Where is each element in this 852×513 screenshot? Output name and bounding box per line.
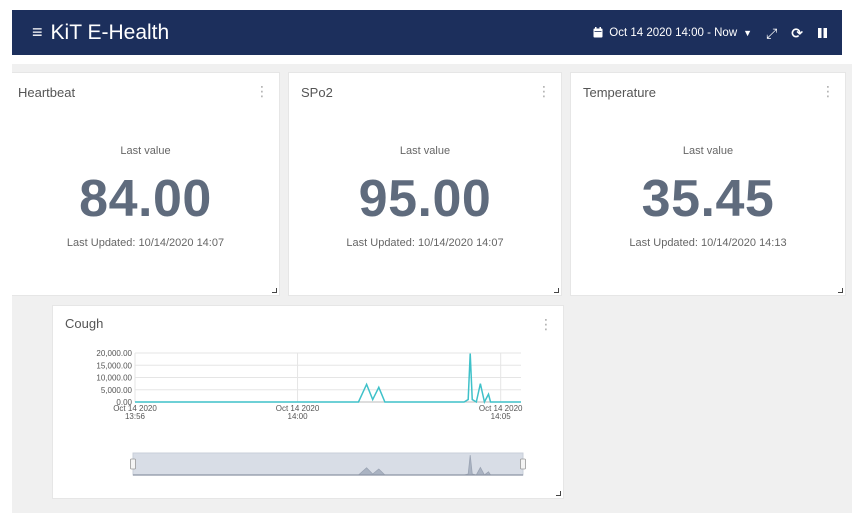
card-title: Temperature — [583, 85, 656, 100]
cough-chart: 20,000.0015,000.0010,000.005,000.000.00O… — [96, 349, 526, 476]
time-range-picker[interactable]: Oct 14 2020 14:00 - Now ▼ — [593, 27, 752, 39]
resize-handle[interactable] — [838, 288, 843, 293]
refresh-icon[interactable]: ⟳ — [791, 26, 803, 40]
navigator-right-handle — [520, 458, 526, 470]
resize-handle[interactable] — [272, 288, 277, 293]
spo2-card: SPo2 ⋮ Last value 95.00 Last Updated: 10… — [288, 72, 562, 296]
card-title: SPo2 — [301, 85, 333, 100]
time-range-label: Oct 14 2020 14:00 - Now — [609, 26, 738, 39]
calendar-icon — [593, 27, 603, 38]
top-bar: ≡ KiT E-Health Oct 14 2020 14:00 - Now ▼… — [12, 10, 842, 55]
last-updated-text: Last Updated: 10/14/2020 14:07 — [346, 237, 504, 249]
toolbar-controls: Oct 14 2020 14:00 - Now ▼ ⤢ ⟳ — [593, 10, 828, 55]
expand-icon[interactable]: ⤢ — [766, 26, 777, 40]
kebab-menu-icon[interactable]: ⋮ — [255, 83, 269, 100]
last-value-label: Last value — [399, 145, 451, 157]
last-value-label: Last value — [682, 145, 734, 157]
temperature-value: 35.45 — [641, 170, 775, 228]
cough-card: Cough ⋮ 20,000.00 15,000.00 10,000.00 5,000… — [52, 305, 564, 499]
resize-handle[interactable] — [554, 288, 559, 293]
heartbeat-value: 84.00 — [79, 170, 212, 228]
last-updated-text: Last Updated: 10/14/2020 14:13 — [629, 237, 787, 249]
last-value-label: Last value — [120, 145, 171, 157]
app-title: KiT E-Health — [50, 20, 170, 44]
resize-handle[interactable] — [556, 491, 561, 496]
x-tick-label: 13:56 — [125, 412, 146, 421]
caret-down-icon: ▼ — [743, 27, 753, 38]
card-title: Heartbeat — [18, 85, 76, 100]
y-tick-label: 20,000.00 — [96, 349, 132, 358]
navigator-band — [132, 452, 524, 476]
y-tick-label: 10,000.00 — [96, 374, 132, 383]
pause-icon[interactable] — [817, 27, 828, 39]
hamburger-menu-icon[interactable]: ≡ — [32, 22, 43, 43]
y-tick-label: 5,000.00 — [101, 386, 133, 395]
dashboard-canvas: Heartbeat ⋮ Last value 84.00 Last Update… — [12, 64, 852, 513]
navigator-left-handle — [130, 458, 136, 470]
kebab-menu-icon[interactable]: ⋮ — [821, 83, 835, 100]
spo2-value: 95.00 — [358, 170, 492, 228]
x-tick-label: 14:05 — [491, 412, 512, 421]
kebab-menu-icon[interactable]: ⋮ — [537, 83, 551, 100]
y-tick-label: 15,000.00 — [96, 361, 132, 370]
temperature-card: Temperature ⋮ Last value 35.45 Last Upda… — [570, 72, 846, 296]
last-updated-text: Last Updated: 10/14/2020 14:07 — [66, 237, 225, 249]
brand: ≡ KiT E-Health — [32, 10, 169, 55]
x-tick-label: 14:00 — [288, 412, 309, 421]
heartbeat-card: Heartbeat ⋮ Last value 84.00 Last Update… — [12, 72, 280, 296]
